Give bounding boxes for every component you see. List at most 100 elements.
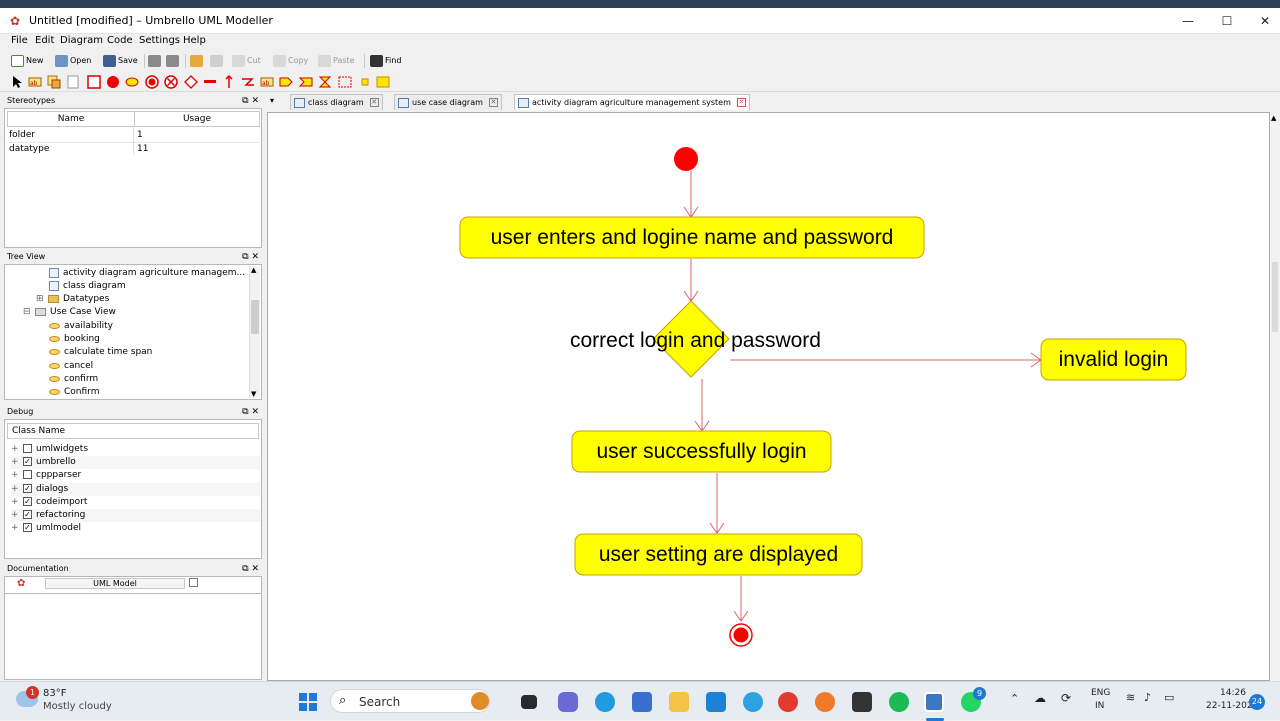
stereotype-usage[interactable]: 1 [137, 130, 143, 140]
maximize-button[interactable]: ☐ [1212, 13, 1242, 29]
menu-diagram[interactable]: Diagram [60, 35, 103, 46]
branch-tool-icon[interactable] [184, 75, 198, 89]
panel-float-close-icon[interactable]: ⧉ ✕ [242, 405, 259, 419]
initial-state-icon[interactable] [106, 75, 120, 89]
sync-icon[interactable]: ⟳ [1061, 691, 1071, 705]
expand-plus-icon[interactable]: + [11, 456, 19, 469]
scroll-down-icon[interactable]: ▼ [251, 390, 256, 398]
column-header-class-name[interactable]: Class Name [7, 423, 259, 439]
activity-tool-icon[interactable] [125, 75, 139, 89]
column-header-name[interactable]: Name [7, 111, 135, 127]
debug-row[interactable]: + ✓ refactoring [11, 509, 261, 522]
save-button[interactable]: Save [103, 53, 138, 69]
undo-button[interactable] [190, 53, 205, 69]
tree-item-usecase[interactable]: availability [49, 320, 113, 333]
debug-row[interactable]: + ✓ codeimport [11, 496, 87, 509]
debug-row[interactable]: + ✓ umbrello [11, 456, 261, 469]
tab-close-icon[interactable]: ✕ [488, 98, 498, 107]
debug-row[interactable]: + ✓ umlmodel [11, 522, 81, 535]
documentation-field[interactable]: UML Model [45, 578, 185, 589]
menu-code[interactable]: Code [107, 35, 133, 46]
battery-icon[interactable]: ▭ [1164, 691, 1174, 704]
volume-icon[interactable]: ♪ [1144, 691, 1151, 704]
tree-item-usecase[interactable]: booking [49, 333, 100, 346]
app-b-icon[interactable] [852, 692, 872, 712]
windows-start-icon[interactable] [298, 692, 318, 712]
note-tool-icon[interactable] [47, 75, 61, 89]
expand-plus-icon[interactable]: + [11, 469, 19, 482]
clock-time[interactable]: 14:26 [1220, 688, 1246, 698]
canvas-scrollbar[interactable]: ▲ [1270, 112, 1280, 681]
redo-button[interactable] [210, 53, 225, 69]
tree-item-usecase[interactable]: confirm [49, 373, 98, 386]
task-view-icon[interactable] [521, 695, 537, 709]
checkbox-checked[interactable]: ✓ [23, 484, 32, 493]
expand-plus-icon[interactable]: + [11, 522, 19, 535]
diagram-canvas[interactable]: user enters and logine name and password… [267, 112, 1270, 681]
checkbox[interactable] [23, 470, 32, 479]
documentation-checkbox[interactable] [189, 578, 198, 587]
tree-item-use-case-view[interactable]: ⊟ Use Case View [23, 306, 116, 319]
expand-plus-icon[interactable]: + [11, 483, 19, 496]
end-state-icon[interactable] [145, 75, 159, 89]
final-flow-icon[interactable] [164, 75, 178, 89]
tab-close-icon[interactable]: ✕ [369, 98, 379, 107]
tree-item-usecase[interactable]: calculate time span [49, 346, 152, 359]
partition-tool-icon[interactable] [376, 75, 390, 89]
new-button[interactable]: New [11, 53, 43, 69]
pin-tool-icon[interactable] [358, 75, 372, 89]
tab-close-icon[interactable]: ✕ [736, 98, 746, 107]
scroll-thumb[interactable] [251, 300, 259, 334]
spotify-icon[interactable] [889, 692, 909, 712]
tree-item-activity-diagram[interactable]: activity diagram agriculture managem... [49, 267, 245, 280]
checkbox-checked[interactable]: ✓ [23, 457, 32, 466]
teams-chat-icon[interactable] [558, 692, 578, 712]
menu-file[interactable]: File [11, 35, 28, 46]
close-button[interactable]: ✕ [1250, 13, 1280, 29]
menu-help[interactable]: Help [183, 35, 206, 46]
fork-tool-icon[interactable] [203, 75, 217, 89]
file-explorer-icon[interactable] [669, 692, 689, 712]
print-button[interactable] [148, 53, 163, 69]
checkbox-checked[interactable]: ✓ [23, 510, 32, 519]
open-button[interactable]: Open [55, 53, 91, 69]
column-header-usage[interactable]: Usage [134, 111, 260, 127]
language-region[interactable]: IN [1095, 701, 1104, 711]
umbrello-taskbar-icon[interactable] [924, 692, 944, 712]
cut-button[interactable]: Cut [232, 53, 261, 69]
weather-temp[interactable]: 83°F [43, 688, 66, 699]
weather-desc[interactable]: Mostly cloudy [43, 701, 112, 712]
tree-item-usecase[interactable]: cancel [49, 360, 93, 373]
chevron-up-icon[interactable]: ⌃ [1010, 692, 1019, 705]
panel-float-close-icon[interactable]: ⧉ ✕ [242, 562, 259, 576]
expand-plus-icon[interactable]: + [11, 443, 19, 456]
debug-row[interactable]: + umlwidgets [11, 443, 88, 456]
print-preview-button[interactable] [166, 53, 181, 69]
menu-settings[interactable]: Settings [139, 35, 180, 46]
debug-row[interactable]: + ✓ dialogs [11, 483, 261, 496]
wifi-icon[interactable]: ≋ [1126, 691, 1135, 704]
checkbox[interactable] [23, 444, 32, 453]
stereotype-usage[interactable]: 11 [137, 144, 148, 154]
collapse-minus-icon[interactable]: ⊟ [23, 306, 31, 319]
language-code[interactable]: ENG [1091, 688, 1110, 698]
scroll-thumb[interactable] [1272, 262, 1278, 332]
panel-float-close-icon[interactable]: ⧉ ✕ [242, 94, 259, 108]
checkbox-checked[interactable]: ✓ [23, 523, 32, 532]
stereotype-name[interactable]: datatype [9, 144, 49, 154]
checkbox-checked[interactable]: ✓ [23, 497, 32, 506]
chrome-icon[interactable] [778, 692, 798, 712]
expand-plus-icon[interactable]: + [11, 509, 19, 522]
expand-plus-icon[interactable]: ⊞ [36, 293, 44, 306]
skype-icon[interactable] [743, 692, 763, 712]
panel-float-close-icon[interactable]: ⧉ ✕ [242, 250, 259, 264]
tab-use-case-diagram[interactable]: use case diagram ✕ [394, 94, 502, 110]
store-icon[interactable] [632, 692, 652, 712]
stereotype-name[interactable]: folder [9, 130, 35, 140]
object-node-icon[interactable]: ab [260, 75, 274, 89]
scroll-up-icon[interactable]: ▲ [1271, 114, 1276, 122]
copy-button[interactable]: Copy [273, 53, 308, 69]
region-tool-icon[interactable] [338, 75, 352, 89]
initial-node[interactable] [674, 147, 698, 171]
box-tool-icon[interactable] [87, 75, 101, 89]
